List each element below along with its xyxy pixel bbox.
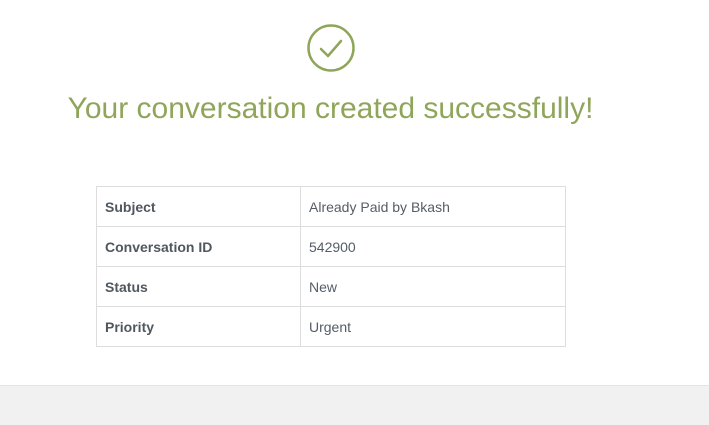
table-row-subject: Subject Already Paid by Bkash — [96, 186, 566, 227]
page-footer — [0, 385, 709, 425]
check-circle-icon — [307, 24, 355, 72]
conversation-details-table: Subject Already Paid by Bkash Conversati… — [96, 186, 566, 347]
conversation-id-label: Conversation ID — [96, 226, 301, 267]
priority-value: Urgent — [300, 306, 566, 347]
priority-label: Priority — [96, 306, 301, 347]
subject-label: Subject — [96, 186, 301, 227]
table-row-conversation-id: Conversation ID 542900 — [96, 226, 566, 267]
table-row-priority: Priority Urgent — [96, 306, 566, 347]
status-label: Status — [96, 266, 301, 307]
page-title: Your conversation created successfully! — [67, 92, 594, 125]
status-value: New — [300, 266, 566, 307]
conversation-id-value: 542900 — [300, 226, 566, 267]
table-row-status: Status New — [96, 266, 566, 307]
subject-value: Already Paid by Bkash — [300, 186, 566, 227]
